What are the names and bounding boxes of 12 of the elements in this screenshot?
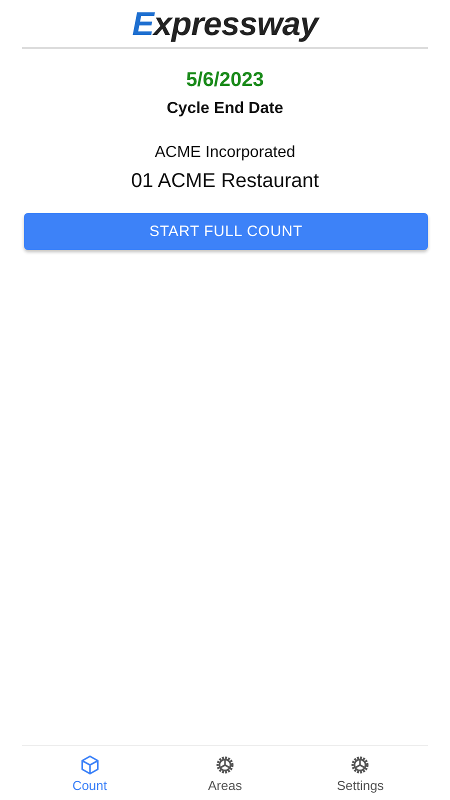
company-name: ACME Incorporated: [154, 144, 296, 162]
start-count-button[interactable]: START FULL COUNT: [24, 213, 428, 250]
nav-tab[interactable]: Count: [22, 746, 158, 800]
cycle-label: Cycle End Date: [166, 100, 284, 118]
gear-icon: [214, 754, 236, 776]
gear-icon: [349, 754, 372, 776]
cube-icon: [78, 754, 101, 776]
nav-tab[interactable]: Settings: [292, 746, 428, 800]
location-name: 01 ACME Restaurant: [131, 170, 319, 193]
cycle-date: 5/6/2023: [186, 69, 264, 92]
nav-tab[interactable]: Areas: [157, 746, 293, 800]
logo: Expressway: [132, 4, 318, 42]
